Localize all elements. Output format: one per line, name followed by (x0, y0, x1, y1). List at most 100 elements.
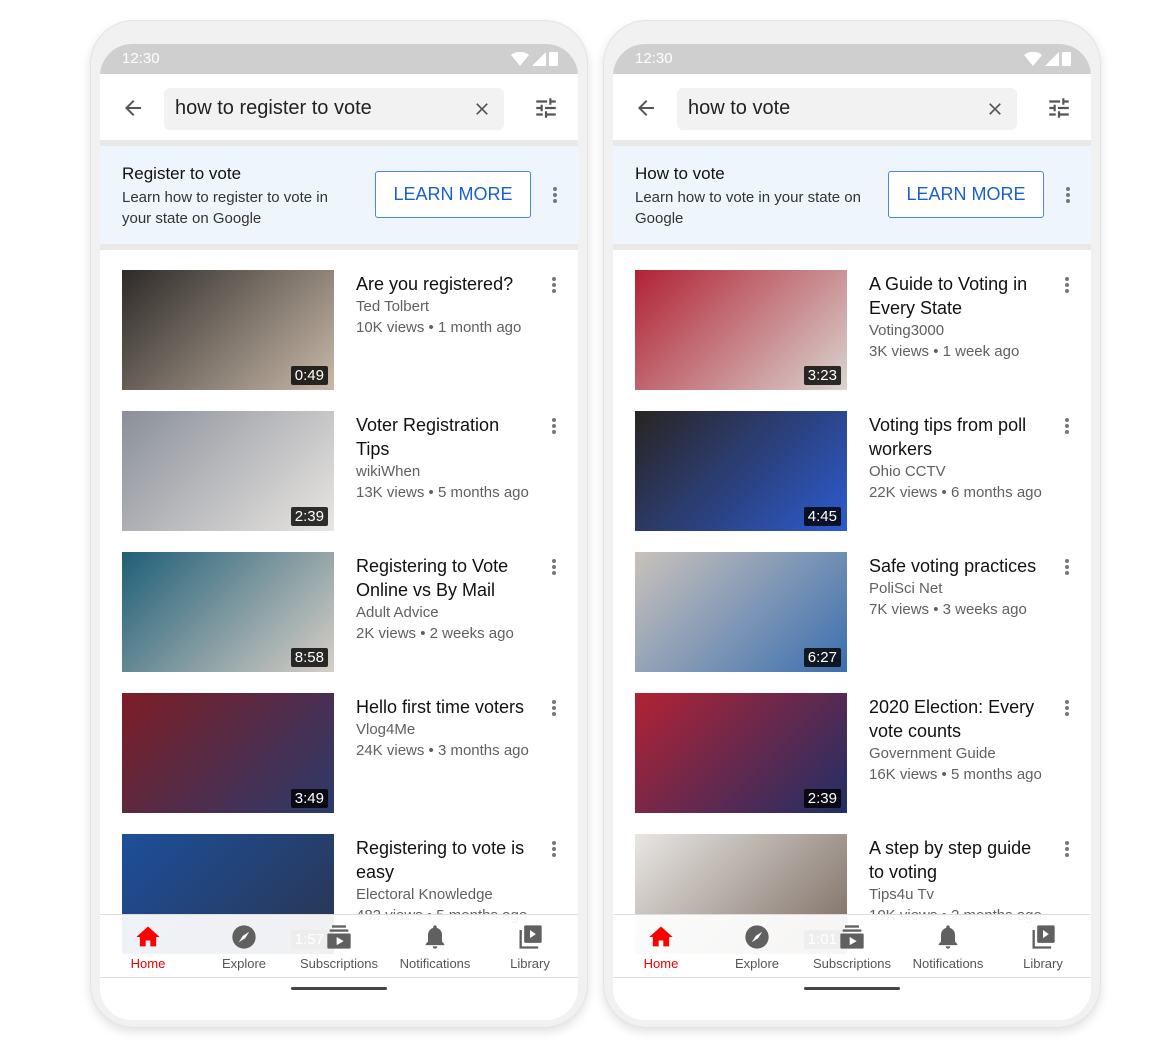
phone-screen: 12:30 how to register to vote Register t… (100, 44, 578, 1020)
banner-description: Learn how to vote in your state on Googl… (635, 189, 861, 227)
nav-library[interactable]: Library (995, 923, 1091, 971)
video-channel[interactable]: PoliSci Net (869, 578, 1049, 599)
wifi-icon (511, 52, 529, 66)
more-options-icon[interactable] (552, 700, 556, 716)
video-meta: 3K views • 1 week ago (869, 343, 1020, 360)
video-title[interactable]: Are you registered? (356, 272, 536, 296)
video-channel[interactable]: wikiWhen (356, 461, 536, 482)
battery-icon (549, 52, 558, 66)
more-options-icon[interactable] (1065, 277, 1069, 293)
more-options-icon[interactable] (552, 841, 556, 857)
video-item[interactable]: 0:49 Are you registered? Ted Tolbert 10K… (100, 250, 578, 391)
more-options-icon[interactable] (1065, 418, 1069, 434)
compass-icon (196, 923, 292, 951)
banner-description: Learn how to register to vote in your st… (122, 189, 328, 227)
video-item[interactable]: 8:58 Registering to Vote Online vs By Ma… (100, 532, 578, 673)
bell-icon (387, 923, 483, 951)
video-title[interactable]: Registering to Vote Online vs By Mail (356, 554, 536, 602)
video-title[interactable]: Voter Registration Tips (356, 413, 536, 461)
nav-label: Library (510, 956, 550, 971)
video-thumbnail[interactable]: 2:39 (122, 411, 334, 531)
nav-subscriptions[interactable]: Subscriptions (804, 923, 900, 971)
video-channel[interactable]: Electoral Knowledge (356, 884, 536, 905)
info-banner: How to vote Learn how to vote in your st… (613, 146, 1091, 244)
search-header: how to vote (613, 74, 1091, 140)
search-query[interactable]: how to register to vote (175, 97, 372, 120)
video-item[interactable]: 3:23 A Guide to Voting in Every State Vo… (613, 250, 1091, 391)
signal-icon (532, 52, 546, 66)
video-title[interactable]: Hello first time voters (356, 695, 536, 719)
video-title[interactable]: Registering to vote is easy (356, 836, 536, 884)
back-arrow-icon[interactable] (120, 96, 146, 120)
video-item[interactable]: 2:39 Voter Registration Tips wikiWhen 13… (100, 391, 578, 532)
video-item[interactable]: 6:27 Safe voting practices PoliSci Net 7… (613, 532, 1091, 673)
nav-notifications[interactable]: Notifications (900, 923, 996, 971)
nav-library[interactable]: Library (482, 923, 578, 971)
status-time: 12:30 (635, 50, 673, 67)
library-icon (995, 923, 1091, 951)
video-thumbnail[interactable]: 0:49 (122, 270, 334, 390)
video-channel[interactable]: Adult Advice (356, 602, 536, 623)
search-input[interactable]: how to register to vote (164, 88, 504, 130)
learn-more-button[interactable]: LEARN MORE (888, 171, 1044, 218)
more-options-icon[interactable] (552, 277, 556, 293)
video-item[interactable]: 4:45 Voting tips from poll workers Ohio … (613, 391, 1091, 532)
video-title[interactable]: A step by step guide to voting (869, 836, 1049, 884)
video-thumbnail[interactable]: 3:23 (635, 270, 847, 390)
home-indicator[interactable] (804, 987, 900, 990)
video-item[interactable]: 3:49 Hello first time voters Vlog4Me 24K… (100, 673, 578, 814)
more-options-icon[interactable] (1066, 187, 1070, 203)
video-channel[interactable]: Government Guide (869, 743, 1049, 764)
clear-icon[interactable] (985, 99, 1005, 119)
nav-explore[interactable]: Explore (709, 923, 805, 971)
phone-frame: 12:30 how to vote How to vote Learn how … (603, 20, 1101, 1028)
more-options-icon[interactable] (552, 418, 556, 434)
video-thumbnail[interactable]: 4:45 (635, 411, 847, 531)
video-channel[interactable]: Vlog4Me (356, 719, 536, 740)
video-duration: 8:58 (290, 648, 328, 667)
nav-explore[interactable]: Explore (196, 923, 292, 971)
video-thumbnail[interactable]: 3:49 (122, 693, 334, 813)
video-title[interactable]: Safe voting practices (869, 554, 1049, 578)
clear-icon[interactable] (472, 99, 492, 119)
subscriptions-icon (291, 923, 387, 951)
more-options-icon[interactable] (552, 559, 556, 575)
more-options-icon[interactable] (1065, 559, 1069, 575)
video-thumbnail[interactable]: 2:39 (635, 693, 847, 813)
home-indicator[interactable] (291, 987, 387, 990)
video-item[interactable]: 2:39 2020 Election: Every vote counts Go… (613, 673, 1091, 814)
filter-icon[interactable] (532, 95, 560, 121)
search-input[interactable]: how to vote (677, 88, 1017, 130)
video-meta: 7K views • 3 weeks ago (869, 601, 1027, 618)
video-thumbnail[interactable]: 8:58 (122, 552, 334, 672)
video-channel[interactable]: Tips4u Tv (869, 884, 1049, 905)
subscriptions-icon (804, 923, 900, 951)
video-duration: 2:39 (803, 789, 841, 808)
filter-icon[interactable] (1045, 95, 1073, 121)
search-query[interactable]: how to vote (688, 97, 790, 120)
phone-frame: 12:30 how to register to vote Register t… (90, 20, 588, 1028)
banner-title: Register to vote (122, 164, 242, 183)
nav-label: Notifications (912, 956, 984, 971)
more-options-icon[interactable] (1065, 841, 1069, 857)
video-channel[interactable]: Ted Tolbert (356, 296, 536, 317)
learn-more-button[interactable]: LEARN MORE (375, 171, 531, 218)
nav-home[interactable]: Home (613, 923, 709, 971)
video-channel[interactable]: Ohio CCTV (869, 461, 1049, 482)
video-title[interactable]: 2020 Election: Every vote counts (869, 695, 1049, 743)
video-title[interactable]: Voting tips from poll workers (869, 413, 1049, 461)
more-options-icon[interactable] (1065, 700, 1069, 716)
signal-icon (1045, 52, 1059, 66)
video-channel[interactable]: Voting3000 (869, 320, 1049, 341)
nav-notifications[interactable]: Notifications (387, 923, 483, 971)
more-options-icon[interactable] (553, 187, 557, 203)
library-icon (482, 923, 578, 951)
home-icon (100, 923, 196, 951)
video-thumbnail[interactable]: 6:27 (635, 552, 847, 672)
nav-subscriptions[interactable]: Subscriptions (291, 923, 387, 971)
back-arrow-icon[interactable] (633, 96, 659, 120)
battery-icon (1062, 52, 1071, 66)
video-title[interactable]: A Guide to Voting in Every State (869, 272, 1049, 320)
nav-label: Home (130, 956, 166, 971)
nav-home[interactable]: Home (100, 923, 196, 971)
